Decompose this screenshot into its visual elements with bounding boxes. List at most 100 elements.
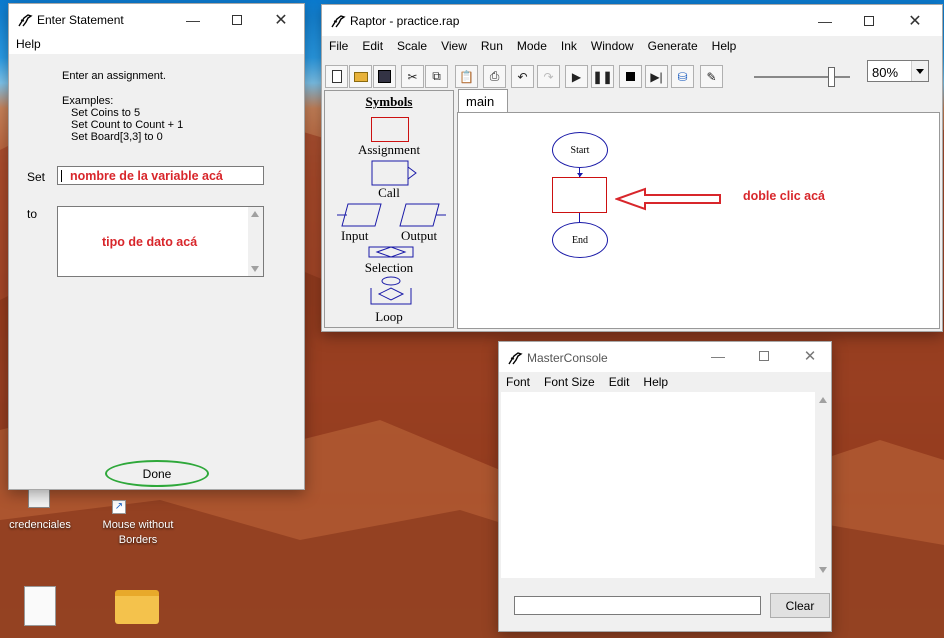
textarea-scrollbar[interactable]: [248, 207, 263, 276]
enter-statement-window: Enter Statement — ✕ Help Enter an assign…: [8, 3, 305, 490]
menu-ink[interactable]: Ink: [554, 39, 584, 53]
enter-statement-titlebar[interactable]: Enter Statement — ✕: [9, 4, 304, 36]
menu-file[interactable]: File: [322, 39, 355, 53]
test-server-icon[interactable]: ⛁: [671, 65, 694, 88]
example-line: Set Count to Count + 1: [71, 119, 184, 131]
text-file-icon: [24, 586, 56, 626]
paste-icon[interactable]: 📋: [455, 65, 478, 88]
maximize-button[interactable]: [741, 342, 787, 370]
double-click-annotation: doble clic acá: [743, 189, 825, 203]
menu-help[interactable]: Help: [9, 37, 48, 51]
symbols-header: Symbols: [365, 94, 413, 109]
document-icon: [28, 488, 50, 508]
shortcut-icon: ↗: [112, 500, 126, 514]
maximize-icon: [864, 16, 874, 26]
maximize-button[interactable]: [214, 4, 260, 36]
console-scrollbar[interactable]: [815, 392, 831, 578]
maximize-button[interactable]: [846, 5, 892, 37]
slider-thumb[interactable]: [828, 67, 835, 87]
stop-icon[interactable]: [619, 65, 642, 88]
selection-symbol[interactable]: [367, 245, 415, 259]
menu-window[interactable]: Window: [584, 39, 641, 53]
scroll-down-icon[interactable]: [251, 266, 259, 272]
menu-scale[interactable]: Scale: [390, 39, 434, 53]
desktop-icon-label: Mouse without Borders: [102, 519, 174, 546]
end-label: End: [571, 234, 589, 246]
menu-font-size[interactable]: Font Size: [537, 375, 602, 389]
minimize-button[interactable]: —: [802, 5, 848, 37]
clear-button[interactable]: Clear: [770, 593, 830, 618]
window-title: Raptor - practice.rap: [350, 14, 460, 28]
menu-view[interactable]: View: [434, 39, 474, 53]
copy-icon[interactable]: ⧉: [425, 65, 448, 88]
call-symbol[interactable]: [371, 160, 419, 186]
desktop-icon-folder[interactable]: [115, 590, 159, 624]
window-title: MasterConsole: [527, 351, 608, 365]
scroll-up-icon[interactable]: [251, 211, 259, 217]
desktop-icon-text-file[interactable]: [24, 586, 56, 626]
pause-icon[interactable]: ❚❚: [591, 65, 614, 88]
console-output[interactable]: [501, 392, 831, 578]
run-icon[interactable]: ▶: [565, 65, 588, 88]
menu-run[interactable]: Run: [474, 39, 510, 53]
symbols-panel: Symbols Assignment Call Input Output Sel…: [324, 90, 454, 328]
flowchart-canvas[interactable]: Start End doble clic acá: [457, 112, 940, 329]
assignment-symbol[interactable]: [371, 117, 409, 142]
minimize-button[interactable]: —: [170, 4, 216, 36]
minimize-button[interactable]: —: [695, 342, 741, 370]
to-expression-textarea[interactable]: tipo de dato acá: [57, 206, 264, 277]
console-menubar: Font Font Size Edit Help: [499, 372, 831, 392]
menu-edit[interactable]: Edit: [602, 375, 637, 389]
to-label: to: [27, 207, 38, 221]
desktop-icon-credenciales[interactable]: credenciales: [9, 488, 71, 534]
input-label: Input: [341, 228, 369, 243]
open-folder-icon[interactable]: [349, 65, 372, 88]
close-button[interactable]: ✕: [787, 342, 833, 370]
text-caret: [61, 170, 62, 182]
menu-edit[interactable]: Edit: [355, 39, 390, 53]
end-oval[interactable]: End: [552, 222, 608, 258]
menu-mode[interactable]: Mode: [510, 39, 554, 53]
to-annotation: tipo de dato acá: [102, 235, 198, 249]
done-label: Done: [142, 466, 172, 481]
window-title: Enter Statement: [37, 13, 124, 27]
raptor-window: Raptor - practice.rap — ✕ File Edit Scal…: [321, 4, 943, 332]
zoom-slider[interactable]: [754, 67, 850, 87]
set-annotation: nombre de la variable acá: [70, 169, 223, 183]
example-line: Set Board[3,3] to 0: [71, 131, 163, 143]
console-titlebar[interactable]: MasterConsole — ✕: [499, 342, 831, 372]
tab-main[interactable]: main: [458, 89, 508, 113]
start-oval[interactable]: Start: [552, 132, 608, 168]
desktop-icon-label: credenciales: [9, 519, 71, 531]
print-icon[interactable]: ⎙: [483, 65, 506, 88]
done-button[interactable]: Done: [105, 460, 209, 487]
input-symbol[interactable]: [337, 202, 385, 228]
set-variable-input[interactable]: nombre de la variable acá: [57, 166, 264, 185]
close-button[interactable]: ✕: [892, 5, 938, 37]
console-command-input[interactable]: [514, 596, 761, 615]
scroll-down-icon[interactable]: [819, 567, 827, 573]
close-button[interactable]: ✕: [258, 4, 304, 36]
scroll-up-icon[interactable]: [819, 397, 827, 403]
enter-statement-menubar: Help: [9, 34, 304, 54]
redo-icon[interactable]: ↷: [537, 65, 560, 88]
pen-icon[interactable]: ✎: [700, 65, 723, 88]
loop-symbol[interactable]: [369, 276, 413, 306]
step-icon[interactable]: ▶|: [645, 65, 668, 88]
output-symbol[interactable]: [399, 202, 447, 228]
chevron-down-icon[interactable]: [911, 61, 928, 81]
cut-icon[interactable]: ✂: [401, 65, 424, 88]
save-icon[interactable]: [373, 65, 396, 88]
new-file-icon[interactable]: [325, 65, 348, 88]
menu-font[interactable]: Font: [499, 375, 537, 389]
desktop-icon-mouse-without-borders[interactable]: ↗ Mouse without Borders: [92, 488, 184, 548]
menu-generate[interactable]: Generate: [641, 39, 705, 53]
output-label: Output: [401, 228, 438, 243]
undo-icon[interactable]: ↶: [511, 65, 534, 88]
raptor-titlebar[interactable]: Raptor - practice.rap — ✕: [322, 5, 942, 37]
assignment-block[interactable]: [552, 177, 607, 213]
menu-help[interactable]: Help: [636, 375, 675, 389]
raptor-menubar: File Edit Scale View Run Mode Ink Window…: [322, 36, 942, 56]
menu-help[interactable]: Help: [705, 39, 744, 53]
zoom-select[interactable]: 80%: [867, 60, 929, 82]
